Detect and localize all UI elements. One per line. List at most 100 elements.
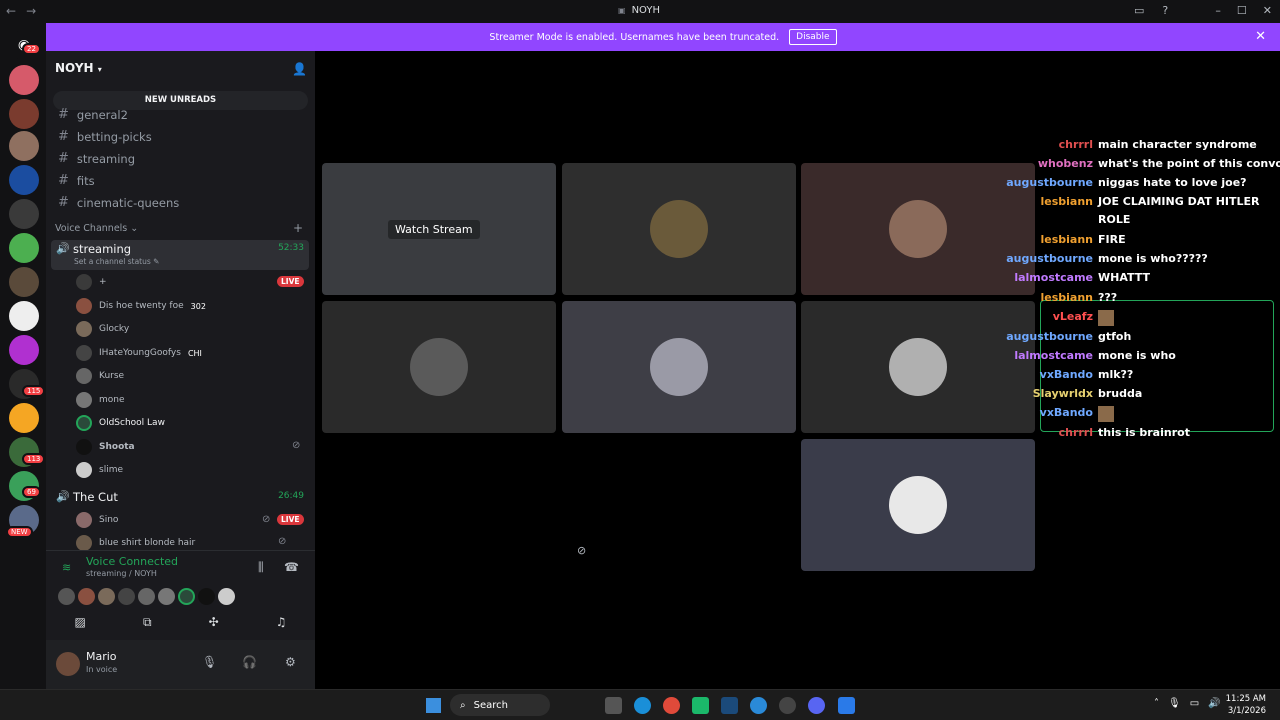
microphone-icon[interactable]: 🎙 xyxy=(1168,698,1181,709)
file-explorer-icon[interactable] xyxy=(605,697,622,714)
deafened-icon: ⊘ xyxy=(292,440,301,451)
server-icon[interactable] xyxy=(9,267,39,297)
clock[interactable]: 11:25 AM 3/1/2026 xyxy=(1226,693,1266,717)
close-icon[interactable]: ✕ xyxy=(1255,29,1266,44)
chat-message: augustbourne niggas hate to love joe? xyxy=(1000,176,1275,195)
chat-author: vLeafz xyxy=(1052,310,1093,323)
noise-suppression-icon[interactable]: ⫼ xyxy=(258,560,264,575)
chrome-icon[interactable] xyxy=(663,697,680,714)
chat-text: FIRE xyxy=(1098,233,1126,246)
channel-betting-picks[interactable]: # betting-picks xyxy=(58,129,152,144)
server-name[interactable]: NOYH ▾ xyxy=(55,61,102,75)
chat-author: augustbourne xyxy=(1006,330,1093,343)
channel-general2[interactable]: # general2 xyxy=(58,107,128,122)
volume-icon[interactable]: 🔊 xyxy=(1208,698,1220,709)
server-icon[interactable] xyxy=(9,131,39,161)
voice-user[interactable]: Sino xyxy=(76,510,118,530)
watch-stream-button[interactable]: Watch Stream xyxy=(388,220,480,239)
chat-message: lesbiann??? xyxy=(1000,291,1275,310)
voice-user[interactable]: mone xyxy=(76,390,125,410)
minimize-button[interactable]: – xyxy=(1215,4,1221,17)
avatar xyxy=(58,588,75,605)
add-channel-icon[interactable]: + xyxy=(293,221,303,235)
search-icon: ⌕ xyxy=(460,699,466,711)
voice-user[interactable]: Shoota xyxy=(76,437,135,457)
voice-user[interactable]: + xyxy=(76,272,107,292)
server-icon[interactable] xyxy=(9,301,39,331)
screen-share-icon[interactable]: ⧉ xyxy=(143,615,152,630)
chat-text: brudda xyxy=(1098,387,1143,400)
user-name[interactable]: Mario xyxy=(86,650,117,663)
voice-user-name: IHateYoungGoofys xyxy=(99,348,181,358)
invite-icon[interactable]: 👤 xyxy=(292,62,307,76)
voice-user[interactable]: Glocky xyxy=(76,319,129,339)
participant-tile[interactable] xyxy=(562,439,796,571)
camera-off-icon[interactable]: ▨ xyxy=(75,615,86,630)
disconnect-icon[interactable]: ☎ xyxy=(284,560,299,574)
chat-author: chrrrl xyxy=(1058,138,1093,151)
participant-tile[interactable] xyxy=(801,439,1035,571)
channel-streaming[interactable]: # streaming xyxy=(58,151,135,166)
live-badge: LIVE xyxy=(277,514,304,525)
server-icon[interactable] xyxy=(9,335,39,365)
ccleaner-icon[interactable] xyxy=(750,697,767,714)
window-controls: – ☐ ✕ xyxy=(1215,4,1272,17)
windows-start-icon[interactable] xyxy=(426,698,441,713)
server-icon[interactable] xyxy=(9,199,39,229)
server-icon[interactable] xyxy=(9,233,39,263)
activities-icon[interactable]: ✣ xyxy=(209,615,219,630)
avatar[interactable] xyxy=(56,652,80,676)
server-icon[interactable] xyxy=(9,403,39,433)
server-name-text: NOYH xyxy=(55,61,94,75)
discord-icon[interactable] xyxy=(808,697,825,714)
edge-icon[interactable] xyxy=(634,697,651,714)
soundboard-icon[interactable]: ♫ xyxy=(276,615,287,630)
server-icon[interactable] xyxy=(9,99,39,129)
mention-badge: 69 xyxy=(22,486,41,498)
voice-user[interactable]: Kurse xyxy=(76,366,124,386)
clock-date: 3/1/2026 xyxy=(1227,706,1266,716)
voice-user[interactable]: OldSchool Law xyxy=(76,413,165,433)
close-window-button[interactable]: ✕ xyxy=(1263,4,1272,17)
voice-user[interactable]: Dis hoe twenty foe 302 xyxy=(76,296,206,316)
maximize-button[interactable]: ☐ xyxy=(1237,4,1247,17)
network-icon[interactable]: ▭ xyxy=(1190,698,1199,709)
channel-fits[interactable]: # fits xyxy=(58,173,95,188)
voice-channel-streaming[interactable]: 🔊 streaming 52:33 Set a channel status ✎ xyxy=(51,240,309,270)
chat-author: lesbiann xyxy=(1040,233,1093,246)
voice-connected-title[interactable]: Voice Connected xyxy=(86,555,178,568)
chat-text: main character syndrome xyxy=(1098,138,1257,151)
help-icon[interactable]: ? xyxy=(1162,4,1168,17)
gear-icon[interactable]: ⚙ xyxy=(285,655,296,669)
forward-button[interactable]: → xyxy=(26,4,36,18)
stream-tile[interactable]: Watch Stream xyxy=(322,163,556,295)
voice-connected-location[interactable]: streaming / NOYH xyxy=(86,569,157,578)
server-icon[interactable] xyxy=(9,65,39,95)
avatar xyxy=(650,200,708,258)
taskbar-search[interactable]: ⌕ Search xyxy=(450,694,550,716)
disable-button[interactable]: Disable xyxy=(789,29,837,45)
microphone-icon[interactable]: 🎙 xyxy=(202,655,217,669)
steam-icon[interactable] xyxy=(721,697,738,714)
voice-user-name: mone xyxy=(99,395,125,405)
category-voice-channels[interactable]: Voice Channels ⌄ xyxy=(55,223,138,234)
app-icon[interactable] xyxy=(838,697,855,714)
participant-tile[interactable] xyxy=(562,301,796,433)
participant-tile[interactable] xyxy=(322,301,556,433)
headphones-icon[interactable]: 🎧 xyxy=(242,655,257,669)
chat-message: Slaywrldx brudda xyxy=(1000,387,1275,406)
voice-channel-timer: 52:33 xyxy=(278,243,304,253)
app-icon[interactable] xyxy=(692,697,709,714)
voice-user[interactable]: slime xyxy=(76,460,123,480)
voice-user[interactable]: IHateYoungGoofys CHI xyxy=(76,343,202,363)
chat-author: lalmostcame xyxy=(1014,271,1093,284)
back-button[interactable]: ← xyxy=(6,4,16,18)
chevron-up-icon[interactable]: ˄ xyxy=(1154,698,1159,709)
server-icon[interactable] xyxy=(9,165,39,195)
channel-label: betting-picks xyxy=(76,129,152,144)
channel-status[interactable]: Set a channel status ✎ xyxy=(74,257,159,266)
participant-tile[interactable] xyxy=(562,163,796,295)
inbox-icon[interactable]: ▭ xyxy=(1134,4,1144,17)
app-icon[interactable] xyxy=(779,697,796,714)
channel-cinematic-queens[interactable]: # cinematic-queens xyxy=(58,195,179,210)
